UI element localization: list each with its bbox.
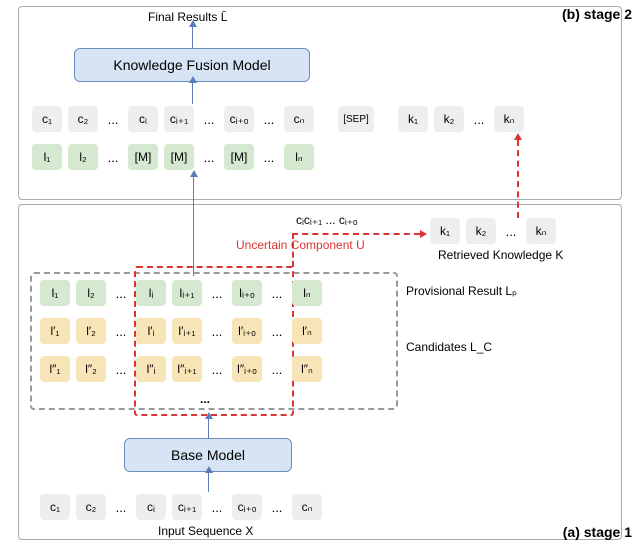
ellipsis: ... [268, 286, 286, 301]
c-token: cᵢ [136, 494, 166, 520]
ellipsis: ... [112, 500, 130, 515]
stage2-c-row: c₁ c₂ ... cᵢ cᵢ₊₁ ... cᵢ₊ₒ ... cₙ [SEP] … [32, 106, 524, 132]
lpp-token: l″ₙ [292, 356, 322, 382]
lpp-token: l″₂ [76, 356, 106, 382]
uncertain-seq: cᵢcᵢ₊₁ ... cᵢ₊ₒ [296, 213, 358, 227]
k-token: k₂ [466, 218, 496, 244]
k-token: kₙ [526, 218, 556, 244]
c-token: c₁ [32, 106, 62, 132]
k-token: k₂ [434, 106, 464, 132]
arrow-base-out [208, 418, 209, 438]
ellipsis: ... [112, 324, 130, 339]
lpp-token: l″₁ [40, 356, 70, 382]
k-token: k₁ [430, 218, 460, 244]
l-token: l₂ [76, 280, 106, 306]
lp-token: l′ᵢ [136, 318, 166, 344]
ellipsis: ... [104, 150, 122, 165]
ellipsis: ... [200, 112, 218, 127]
k-token: k₁ [398, 106, 428, 132]
arrow-fusion-out [192, 26, 193, 48]
ellipsis: ... [260, 112, 278, 127]
c-token: cᵢ [128, 106, 158, 132]
l-token: lᵢ [136, 280, 166, 306]
sep-token: [SEP] [338, 106, 374, 132]
stage2-label: (b) stage 2 [562, 6, 632, 22]
stage2-l-row: l₁ l₂ ... [M] [M] ... [M] ... lₙ [32, 144, 314, 170]
lp-token: l′₁ [40, 318, 70, 344]
lpp-token: l″ᵢ₊ₒ [232, 356, 262, 382]
stage2-box [18, 6, 622, 200]
l-token: l₁ [40, 280, 70, 306]
provisional-label: Provisional Result Lₚ [406, 284, 517, 298]
input-row: c₁ c₂ ... cᵢ cᵢ₊₁ ... cᵢ₊ₒ ... cₙ [40, 494, 322, 520]
ellipsis: ... [502, 224, 520, 239]
lpp-token: l″ᵢ [136, 356, 166, 382]
ellipsis: ... [104, 112, 122, 127]
uncertain-label: Uncertain Component U [236, 238, 365, 252]
ellipsis: ... [200, 150, 218, 165]
lp-token: l′ᵢ₊₁ [172, 318, 202, 344]
lp-token: l′₂ [76, 318, 106, 344]
final-results-label: Final Results L̄ [148, 10, 227, 24]
c-token: cᵢ₊₁ [164, 106, 194, 132]
arrow-provisional-up [193, 176, 194, 276]
ellipsis: ... [268, 362, 286, 377]
lpp-token: l″ᵢ₊₁ [172, 356, 202, 382]
input-label: Input Sequence X [158, 524, 253, 538]
red-connector [292, 233, 294, 267]
c-token: c₁ [40, 494, 70, 520]
ellipsis: ... [208, 500, 226, 515]
c-token: cₙ [292, 494, 322, 520]
c-token: cₙ [284, 106, 314, 132]
c-token: c₂ [76, 494, 106, 520]
l-token: lᵢ₊₁ [172, 280, 202, 306]
retrieved-k-row: k₁ k₂ ... kₙ [430, 218, 556, 244]
ellipsis: ... [268, 324, 286, 339]
c-token: cᵢ₊ₒ [232, 494, 262, 520]
ellipsis: ... [260, 150, 278, 165]
ellipsis: ... [208, 362, 226, 377]
mask-token: [M] [164, 144, 194, 170]
l-token: lₙ [292, 280, 322, 306]
provisional-row: l₁ l₂ ... lᵢ lᵢ₊₁ ... lᵢ₊ₒ ... lₙ [40, 280, 322, 306]
c-token: c₂ [68, 106, 98, 132]
candidate-row-1: l′₁ l′₂ ... l′ᵢ l′ᵢ₊₁ ... l′ᵢ₊ₒ ... l′ₙ [40, 318, 322, 344]
red-arrow-to-k [292, 233, 420, 235]
arrow-fusion-in [192, 82, 193, 104]
diagram: (b) stage 2 (a) stage 1 Final Results L̄… [0, 0, 640, 546]
candidate-ellipsis: ... [200, 392, 210, 406]
c-token: cᵢ₊₁ [172, 494, 202, 520]
retrieved-label: Retrieved Knowledge K [438, 248, 563, 262]
candidates-label: Candidates L_C [406, 340, 492, 354]
l-token: l₁ [32, 144, 62, 170]
ellipsis: ... [112, 286, 130, 301]
ellipsis: ... [112, 362, 130, 377]
k-token: kₙ [494, 106, 524, 132]
ellipsis: ... [208, 324, 226, 339]
ellipsis: ... [208, 286, 226, 301]
l-token: lᵢ₊ₒ [232, 280, 262, 306]
l-token: l₂ [68, 144, 98, 170]
red-arrow-k-up [517, 140, 519, 218]
candidate-row-2: l″₁ l″₂ ... l″ᵢ l″ᵢ₊₁ ... l″ᵢ₊ₒ ... l″ₙ [40, 356, 322, 382]
mask-token: [M] [128, 144, 158, 170]
lp-token: l′ᵢ₊ₒ [232, 318, 262, 344]
l-token: lₙ [284, 144, 314, 170]
lp-token: l′ₙ [292, 318, 322, 344]
c-token: cᵢ₊ₒ [224, 106, 254, 132]
arrow-base-in [208, 472, 209, 492]
ellipsis: ... [470, 112, 488, 127]
stage1-label: (a) stage 1 [563, 524, 632, 540]
mask-token: [M] [224, 144, 254, 170]
ellipsis: ... [268, 500, 286, 515]
